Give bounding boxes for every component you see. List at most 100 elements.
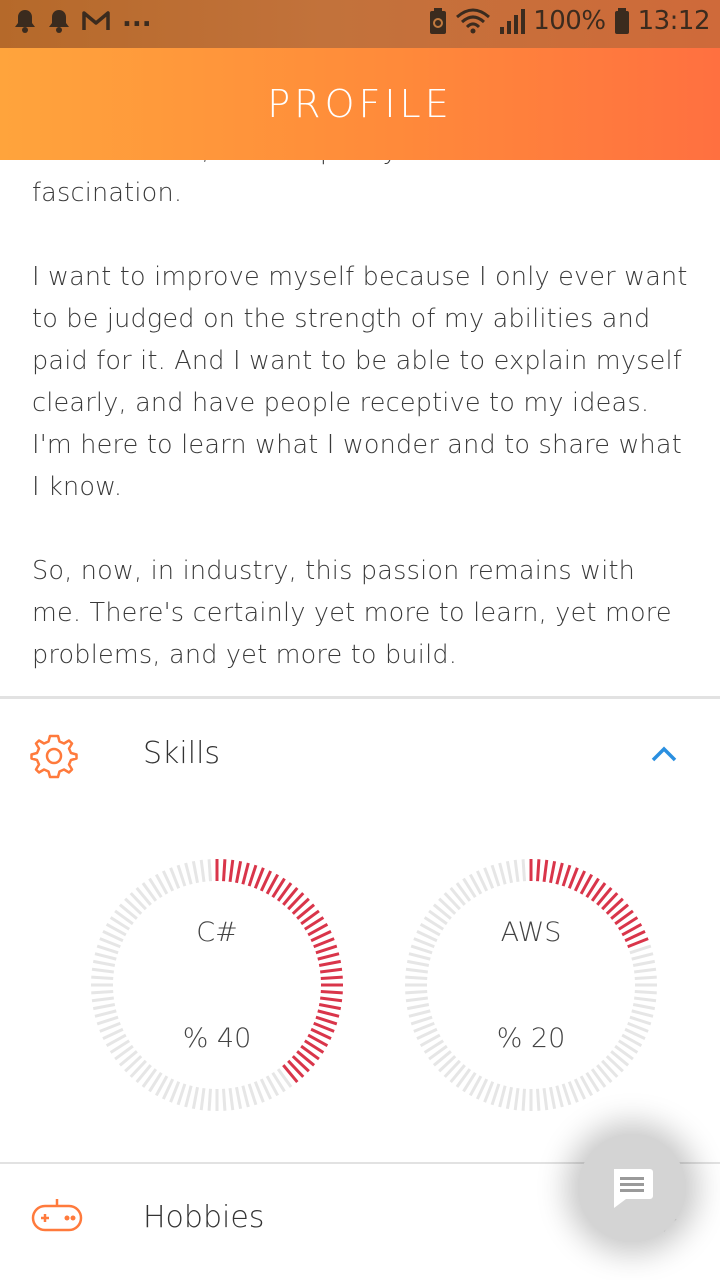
section-divider: [0, 696, 720, 699]
gauge-tick: [207, 1088, 212, 1111]
gauge-tick: [199, 1087, 206, 1111]
gauge-tick-filled: [536, 859, 541, 882]
gauge-tick: [235, 1086, 243, 1110]
gauge-tick: [191, 1086, 199, 1110]
gauge-tick: [633, 996, 657, 1003]
chat-fab-button[interactable]: [578, 1134, 686, 1242]
gauge-tick: [505, 1086, 513, 1110]
hobbies-label: Hobbies: [143, 1200, 265, 1235]
gauge-tick: [513, 1087, 520, 1111]
gauge-tick: [253, 1081, 265, 1103]
gauge-tick: [92, 1003, 116, 1011]
skill-percent: % 20: [496, 1023, 566, 1054]
gauge-tick: [490, 1083, 501, 1106]
chat-icon: [614, 1169, 653, 1208]
gauge-tick: [91, 996, 115, 1003]
gauge-tick: [169, 1081, 181, 1103]
gauge-tick-filled: [247, 864, 258, 887]
gauge-tick-filled: [317, 1009, 340, 1018]
gauge-tick: [247, 1083, 258, 1106]
gear-icon: [30, 734, 78, 779]
gauge-tick: [207, 859, 212, 882]
about-paragraph: I want to improve myself because I only …: [32, 262, 688, 502]
gauge-tick: [483, 867, 495, 889]
gauge-tick: [228, 1087, 235, 1111]
gauge-tick: [498, 1085, 507, 1108]
gauge-tick: [184, 862, 193, 885]
signal-icon: [500, 9, 526, 34]
gauge-tick: [94, 1009, 117, 1018]
notification-icons: ...: [14, 3, 152, 34]
about-text: mathematics, all with pretty much the sa…: [32, 130, 692, 696]
gauge-tick: [555, 1085, 564, 1108]
gauge-tick: [406, 1003, 430, 1011]
gauge-tick: [176, 864, 187, 887]
gauge-tick: [631, 1009, 654, 1018]
gauge-tick: [405, 990, 428, 995]
gauge-tick-filled: [555, 862, 564, 885]
gauge-tick: [561, 1083, 572, 1106]
gauge-tick: [169, 867, 181, 889]
gauge-tick: [549, 1086, 557, 1110]
gauge-tick: [91, 990, 114, 995]
gauge-tick: [634, 990, 657, 995]
gauge-tick-filled: [253, 867, 265, 889]
gauge-tick: [567, 1081, 579, 1103]
gauge-tick: [91, 975, 114, 980]
gauge-tick: [191, 860, 199, 884]
battery-saver-icon: [430, 8, 447, 34]
gauge-tick-filled: [561, 864, 572, 887]
clock: 13:12: [637, 6, 711, 36]
gauge-tick: [405, 996, 429, 1003]
gauge-tick-filled: [222, 859, 227, 882]
skill-gauge-aws: AWS % 20: [401, 855, 661, 1115]
gauge-tick: [521, 859, 526, 882]
gauge-tick: [632, 959, 656, 967]
gauge-tick: [631, 952, 654, 961]
gauge-tick: [498, 862, 507, 885]
gauge-tick: [536, 1088, 541, 1111]
gauge-tick: [633, 967, 657, 974]
gauge-tick: [408, 952, 431, 961]
gauge-tick-filled: [542, 859, 549, 883]
gauge-tick: [222, 1088, 227, 1111]
about-paragraph: So, now, in industry, this passion remai…: [32, 556, 672, 670]
gauge-tick: [199, 859, 206, 883]
gauge-tick-filled: [567, 867, 579, 889]
skill-name: C#: [196, 917, 238, 948]
gauge-tick: [542, 1087, 549, 1111]
gauge-tick-filled: [320, 975, 343, 980]
page-title: PROFILE: [267, 82, 453, 126]
battery-percentage: 100%: [533, 6, 606, 36]
skills-label: Skills: [143, 736, 221, 771]
gauge-tick: [505, 860, 513, 884]
gauge-tick: [632, 1003, 656, 1011]
chevron-up-icon[interactable]: [650, 744, 678, 764]
skill-percent: % 40: [182, 1023, 252, 1054]
gauge-tick: [94, 952, 117, 961]
gauge-tick: [634, 975, 657, 980]
gauge-tick-filled: [549, 860, 557, 884]
gauge-ring: [405, 859, 657, 1111]
gauge-tick-filled: [318, 1003, 342, 1011]
gauge-tick: [405, 967, 429, 974]
bell-icon: [49, 10, 69, 33]
gauge-tick: [405, 975, 428, 980]
about-paragraph: fascination.: [32, 178, 183, 208]
gauge-tick-filled: [318, 959, 342, 967]
gauge-tick: [521, 1088, 526, 1111]
skill-gauge-csharp: C# % 40: [87, 855, 347, 1115]
gauge-tick-filled: [235, 860, 243, 884]
gauge-tick-filled: [317, 952, 340, 961]
about-section: mathematics, all with pretty much the sa…: [0, 130, 720, 696]
battery-icon: [614, 8, 629, 34]
gauge-tick-filled: [241, 862, 250, 885]
gauge-tick-filled: [320, 990, 343, 995]
more-notifications: ...: [122, 3, 152, 33]
gauge-tick: [483, 1081, 495, 1103]
skill-name: AWS: [500, 917, 562, 948]
gauge-tick: [91, 967, 115, 974]
gauge-tick-filled: [228, 859, 235, 883]
skills-section-header[interactable]: Skills: [0, 700, 720, 810]
gauge-tick-filled: [319, 967, 343, 974]
